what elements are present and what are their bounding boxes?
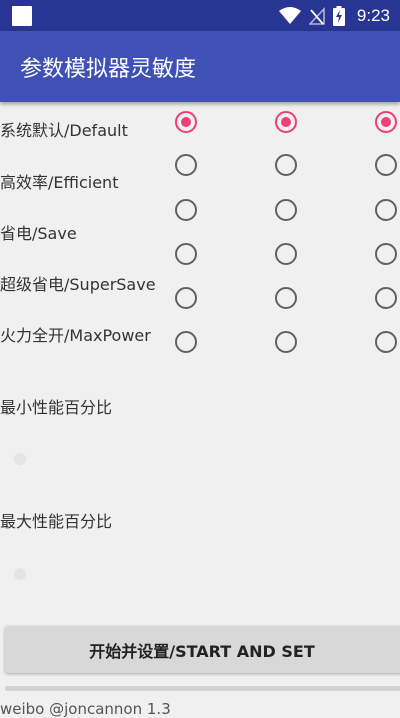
- radio-maxpower-extra-col3[interactable]: [375, 331, 397, 353]
- radio-default-col3[interactable]: [375, 111, 397, 133]
- radio-supersave-col1[interactable]: [175, 243, 197, 265]
- notification-square-icon: [12, 6, 32, 26]
- radio-maxpower-extra-col2[interactable]: [275, 331, 297, 353]
- max-perf-slider[interactable]: [14, 568, 26, 580]
- radio-maxpower-col3[interactable]: [375, 287, 397, 309]
- radio-supersave-col2[interactable]: [275, 243, 297, 265]
- status-bar: 9:23: [0, 0, 400, 31]
- radio-supersave-col3[interactable]: [375, 243, 397, 265]
- radio-default-col1[interactable]: [175, 111, 197, 133]
- mode-label-efficient: 高效率/Efficient: [0, 173, 119, 192]
- mode-label-save: 省电/Save: [0, 224, 77, 243]
- wifi-icon: [278, 7, 301, 24]
- min-perf-slider[interactable]: [14, 453, 26, 465]
- no-signal-icon: [308, 7, 325, 25]
- radio-efficient-col3[interactable]: [375, 154, 397, 176]
- status-time: 9:23: [356, 6, 390, 25]
- radio-default-col2[interactable]: [275, 111, 297, 133]
- battery-charging-icon: [332, 6, 345, 26]
- start-and-set-label: 开始并设置/START AND SET: [89, 641, 315, 661]
- footer-credit: weibo @joncannon 1.3: [0, 700, 171, 718]
- mode-label-default: 系统默认/Default: [0, 121, 128, 140]
- status-icons: 9:23: [278, 4, 390, 28]
- mode-label-maxpower: 火力全开/MaxPower: [0, 326, 151, 345]
- radio-efficient-col1[interactable]: [175, 154, 197, 176]
- start-and-set-button[interactable]: 开始并设置/START AND SET: [5, 626, 400, 673]
- secondary-button[interactable]: [5, 686, 400, 691]
- page-title: 参数模拟器灵敏度: [20, 57, 197, 82]
- radio-maxpower-col2[interactable]: [275, 287, 297, 309]
- app-bar: 参数模拟器灵敏度: [0, 31, 400, 102]
- radio-save-col1[interactable]: [175, 199, 197, 221]
- radio-efficient-col2[interactable]: [275, 154, 297, 176]
- radio-maxpower-extra-col1[interactable]: [175, 331, 197, 353]
- radio-maxpower-col1[interactable]: [175, 287, 197, 309]
- radio-save-col3[interactable]: [375, 199, 397, 221]
- max-perf-label: 最大性能百分比: [0, 512, 113, 531]
- min-perf-label: 最小性能百分比: [0, 398, 113, 417]
- radio-save-col2[interactable]: [275, 199, 297, 221]
- mode-label-supersave: 超级省电/SuperSave: [0, 275, 156, 294]
